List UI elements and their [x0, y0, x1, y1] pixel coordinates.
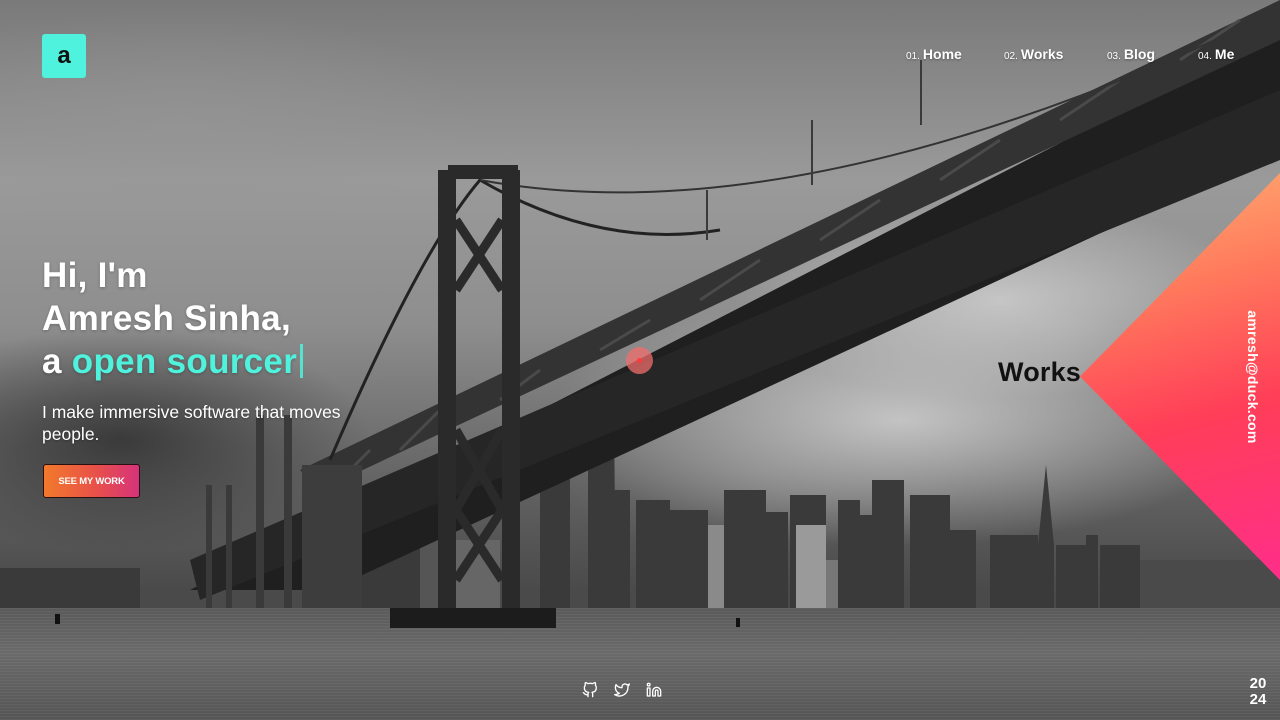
nav-item-label: Blog: [1123, 46, 1156, 62]
year-bottom: 24: [1249, 691, 1267, 708]
linkedin-icon: [646, 682, 662, 697]
linkedin-link[interactable]: [646, 682, 662, 698]
nav-item-number: 04.: [1198, 51, 1212, 62]
twitter-icon: [614, 683, 630, 697]
hero-role-line: a open sourcer: [42, 340, 304, 383]
nav-item-number: 03.: [1107, 51, 1121, 62]
nav-item-me[interactable]: 04. Me: [1198, 46, 1234, 62]
typing-cursor: [300, 344, 304, 378]
nav-item-number: 01.: [906, 51, 920, 62]
hero-heading: Hi, I'm Amresh Sinha, a open sourcer: [42, 254, 304, 383]
hero-name: Amresh Sinha,: [42, 299, 291, 338]
hero-greeting: Hi, I'm: [42, 256, 148, 295]
github-icon: [582, 682, 597, 698]
email-link[interactable]: amresh@duck.com: [1245, 310, 1261, 443]
nav-item-works[interactable]: 02. Works: [1004, 46, 1107, 62]
nav-item-number: 02.: [1004, 51, 1018, 62]
nav-item-label: Works: [1020, 46, 1064, 62]
site-logo[interactable]: a: [42, 34, 86, 78]
year-top: 20: [1249, 675, 1267, 692]
cursor-indicator: [626, 347, 653, 374]
main-nav: 01. Home 02. Works 03. Blog 04. Me: [906, 46, 1234, 62]
nav-item-home[interactable]: 01. Home: [906, 46, 1004, 62]
hero-role-prefix: a: [42, 342, 62, 381]
logo-letter: a: [57, 42, 71, 69]
twitter-link[interactable]: [614, 682, 630, 698]
see-my-work-button[interactable]: SEE MY WORK: [43, 464, 140, 498]
github-link[interactable]: [582, 682, 598, 698]
nav-item-blog[interactable]: 03. Blog: [1107, 46, 1198, 62]
nav-item-label: Home: [922, 46, 962, 62]
nav-item-label: Me: [1214, 46, 1235, 62]
hero-tagline: I make immersive software that moves peo…: [42, 402, 341, 444]
works-section-label[interactable]: Works: [998, 357, 1081, 388]
social-links: [582, 682, 662, 698]
hero-role-typed: open sourcer: [71, 342, 298, 381]
year-badge: 20 24: [1245, 676, 1271, 708]
